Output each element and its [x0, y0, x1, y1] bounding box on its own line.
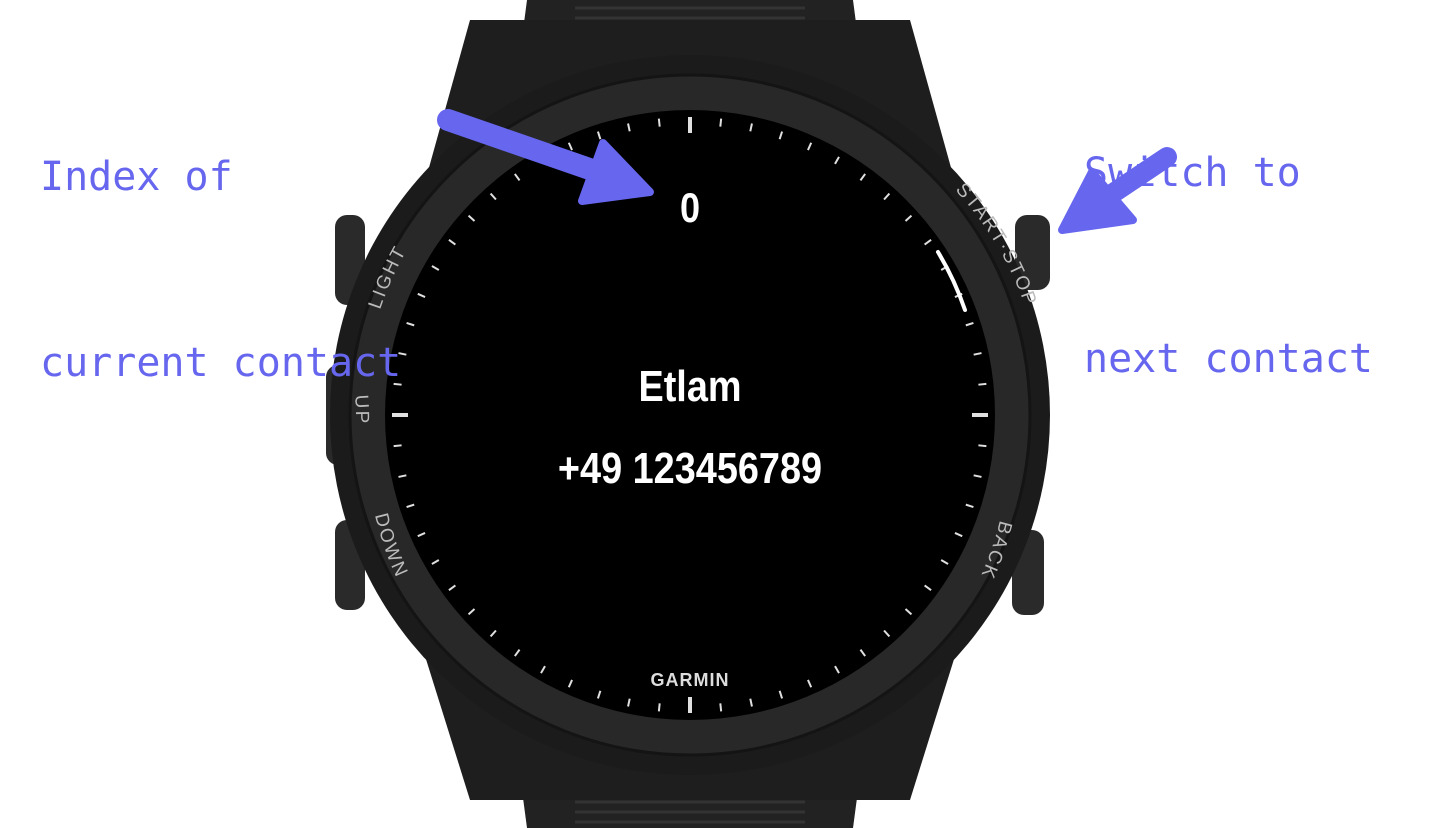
- brand-logo: GARMIN: [651, 670, 730, 690]
- tick-mark: [978, 382, 987, 386]
- contact-index: 0: [679, 184, 701, 231]
- contact-phone: +49 123456789: [557, 444, 823, 493]
- tick-mark: [719, 118, 723, 127]
- annotation-switch-line-2: next contact: [1084, 336, 1373, 382]
- annotation-switch-label: Switch to next contact: [1084, 18, 1373, 452]
- annotation-index-line-1: Index of: [40, 154, 233, 200]
- contact-name: Etlam: [638, 362, 742, 411]
- tick-mark: [719, 703, 723, 712]
- annotation-index-label: Index of current contact: [40, 22, 401, 456]
- annotation-switch-line-1: Switch to: [1084, 150, 1301, 196]
- annotation-index-line-2: current contact: [40, 340, 402, 386]
- tick-mark: [657, 703, 661, 712]
- tick-mark: [978, 444, 987, 448]
- tick-mark: [657, 118, 661, 127]
